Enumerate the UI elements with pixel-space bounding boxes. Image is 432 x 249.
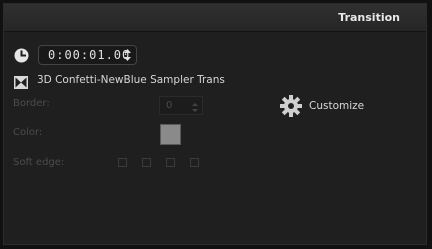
border-value[interactable]: 0 [166, 100, 172, 111]
tab-transition[interactable]: Transition [338, 11, 400, 24]
border-input[interactable]: 0 [159, 96, 203, 115]
gear-icon[interactable] [279, 94, 303, 118]
color-label: Color: [13, 127, 43, 138]
border-label: Border: [13, 98, 50, 109]
tab-bar: Transition [4, 4, 426, 32]
soft-edge-option-softest[interactable] [190, 158, 199, 167]
transition-name: 3D Confetti-NewBlue Sampler Trans [37, 74, 225, 86]
border-spinner[interactable] [190, 99, 200, 112]
soft-edge-option-none[interactable] [118, 158, 127, 167]
timecode-spinner[interactable] [123, 48, 132, 62]
soft-edge-label: Soft edge: [13, 157, 65, 168]
transition-icon [14, 74, 28, 89]
options-panel: Transition 0:00:01.00 3D Confetti-NewBlu… [3, 3, 427, 245]
customize-button[interactable]: Customize [309, 100, 364, 112]
timecode-value[interactable]: 0:00:01.00 [48, 48, 130, 62]
soft-edge-option-softer[interactable] [166, 158, 175, 167]
transition-options: 0:00:01.00 3D Confetti-NewBlue Sampler T… [4, 32, 426, 244]
clock-icon [14, 48, 29, 63]
color-swatch[interactable] [160, 124, 181, 145]
duration-timecode[interactable]: 0:00:01.00 [38, 45, 137, 65]
soft-edge-option-soft[interactable] [142, 158, 151, 167]
